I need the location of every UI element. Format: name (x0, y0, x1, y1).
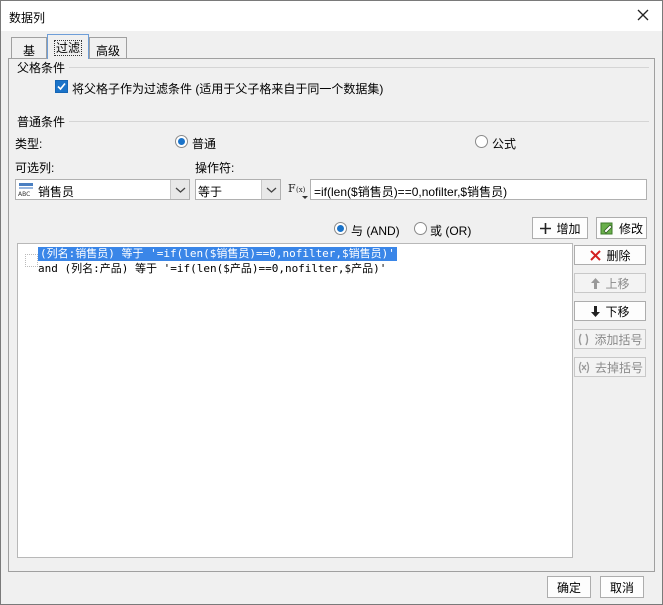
data-column-dialog: 数据列 基本 过滤 高级 父格条件 将父格子作为过滤条件 (适用于父子格来自于同… (0, 0, 663, 605)
window-title: 数据列 (9, 11, 46, 25)
svg-text:(x): (x) (296, 186, 306, 194)
ok-label: 确定 (556, 580, 581, 595)
add-bracket-button[interactable]: 添加括号 (574, 329, 646, 349)
tab-filter-label: 过滤 (53, 40, 83, 56)
abc-column-icon: ABC (17, 182, 37, 201)
tab-advanced[interactable]: 高级 (89, 37, 127, 59)
operator-label: 操作符: (195, 161, 235, 175)
parent-condition-title: 父格条件 (17, 61, 66, 75)
formula-fx-icon[interactable]: F (x) (287, 180, 309, 203)
remove-bracket-button[interactable]: 去掉括号 (574, 357, 646, 377)
tree-node-icon (25, 254, 38, 267)
column-label: 可选列: (15, 161, 55, 175)
close-icon[interactable] (634, 6, 652, 24)
list-item[interactable]: (列名:销售员) 等于 '=if(len($销售员)==0,nofilter,$… (38, 247, 397, 261)
delete-icon (590, 249, 602, 261)
operator-select[interactable]: 等于 (195, 179, 281, 200)
move-down-label: 下移 (605, 304, 630, 319)
condition-text: (列名:销售员) 等于 '=if(len($销售员)==0,nofilter,$… (40, 247, 395, 260)
column-select-value: 销售员 (38, 185, 75, 199)
delete-button[interactable]: 删除 (574, 245, 646, 265)
bracket-icon (579, 333, 589, 345)
operator-select-value: 等于 (198, 185, 223, 199)
or-label: 或 (OR) (430, 224, 472, 238)
cancel-button[interactable]: 取消 (600, 576, 644, 598)
type-formula-label: 公式 (492, 137, 517, 151)
type-normal-radio[interactable] (175, 135, 188, 148)
and-radio[interactable] (334, 222, 347, 235)
remove-bracket-label: 去掉括号 (594, 360, 643, 375)
or-radio[interactable] (414, 222, 427, 235)
plus-icon (540, 222, 552, 234)
tab-filter[interactable]: 过滤 (47, 34, 89, 59)
move-down-button[interactable]: 下移 (574, 301, 646, 321)
chevron-down-icon (170, 180, 189, 199)
move-up-button[interactable]: 上移 (574, 273, 646, 293)
move-up-label: 上移 (605, 276, 630, 291)
ok-button[interactable]: 确定 (547, 576, 591, 598)
modify-condition-label: 修改 (618, 221, 643, 236)
parent-filter-label: 将父格子作为过滤条件 (适用于父子格来自于同一个数据集) (72, 82, 384, 96)
svg-text:F: F (288, 182, 296, 195)
title-bar[interactable]: 数据列 (1, 1, 662, 31)
column-select[interactable]: ABC 销售员 (15, 179, 190, 200)
type-formula-radio[interactable] (475, 135, 488, 148)
remove-bracket-icon (578, 361, 590, 373)
add-condition-label: 增加 (556, 221, 581, 236)
svg-text:ABC: ABC (18, 191, 30, 198)
delete-label: 删除 (606, 248, 631, 263)
edit-icon (600, 222, 613, 234)
condition-list[interactable]: (列名:销售员) 等于 '=if(len($销售员)==0,nofilter,$… (17, 243, 573, 558)
add-condition-button[interactable]: 增加 (532, 217, 588, 239)
formula-input-value: =if(len($销售员)==0,nofilter,$销售员) (314, 185, 508, 199)
list-item[interactable]: and (列名:产品) 等于 '=if(len($产品)==0,nofilter… (38, 262, 386, 276)
formula-input[interactable]: =if(len($销售员)==0,nofilter,$销售员) (310, 179, 647, 200)
tab-advanced-label: 高级 (96, 44, 121, 58)
arrow-down-icon (591, 305, 601, 317)
and-label: 与 (AND) (351, 224, 400, 238)
check-icon (57, 82, 66, 91)
condition-text: and (列名:产品) 等于 '=if(len($产品)==0,nofilter… (38, 262, 387, 275)
divider (69, 67, 649, 68)
modify-condition-button[interactable]: 修改 (596, 217, 647, 239)
cancel-label: 取消 (609, 580, 634, 595)
arrow-up-icon (591, 277, 601, 289)
divider (69, 121, 649, 122)
normal-condition-title: 普通条件 (17, 115, 66, 129)
tab-basic[interactable]: 基本 (11, 37, 47, 75)
add-bracket-label: 添加括号 (594, 332, 643, 347)
parent-filter-checkbox[interactable] (55, 80, 68, 93)
chevron-down-icon (261, 180, 280, 199)
type-normal-label: 普通 (192, 137, 217, 151)
type-label: 类型: (15, 137, 43, 151)
